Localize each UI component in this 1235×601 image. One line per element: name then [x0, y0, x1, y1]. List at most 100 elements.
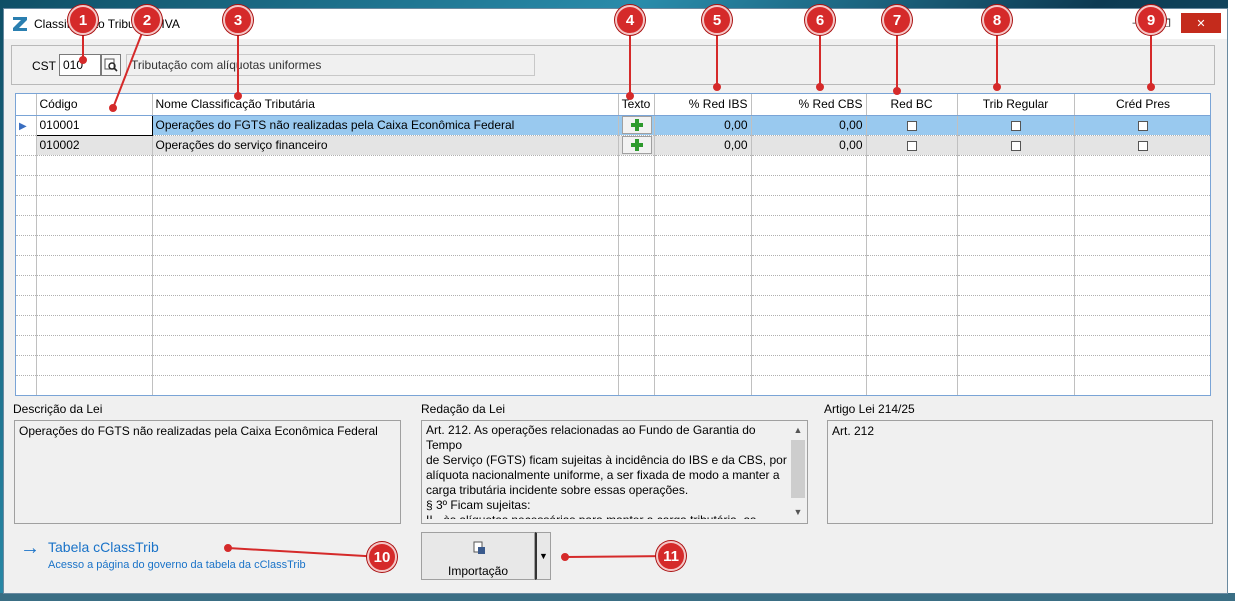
empty-cell: [866, 235, 958, 256]
importacao-dropdown[interactable]: ▼: [535, 532, 551, 580]
col-red-bc[interactable]: Red BC: [866, 94, 958, 116]
empty-cell: [16, 175, 37, 196]
grid-header-row: Código Nome Classificação Tributária Tex…: [16, 94, 1210, 116]
callout-marker: 5: [702, 5, 732, 35]
cell-red-ibs[interactable]: 0,00: [654, 135, 752, 156]
empty-cell: [751, 355, 867, 376]
col-cred-pres[interactable]: Créd Pres: [1074, 94, 1210, 116]
callout-marker: 1: [68, 5, 98, 35]
cell-red-ibs[interactable]: 0,00: [654, 115, 752, 136]
empty-row: [16, 175, 1210, 196]
cell-red-bc[interactable]: [866, 135, 958, 156]
cst-search-button[interactable]: [101, 54, 121, 76]
artigo-field[interactable]: Art. 212: [827, 420, 1213, 524]
importacao-button[interactable]: Importação: [421, 532, 535, 580]
tabela-link-subtitle[interactable]: Acesso a página do governo da tabela da …: [48, 559, 306, 571]
empty-cell: [957, 175, 1075, 196]
empty-cell: [36, 215, 153, 236]
redacao-scrollbar[interactable]: ▲ ▼: [790, 422, 806, 520]
trib-regular-checkbox[interactable]: [1010, 140, 1021, 151]
col-red-cbs[interactable]: % Red CBS: [751, 94, 867, 116]
empty-cell: [866, 375, 958, 395]
col-trib-regular[interactable]: Trib Regular: [957, 94, 1075, 116]
table-row[interactable]: ▶ 010001 Operações do FGTS não realizada…: [16, 114, 1210, 136]
empty-cell: [957, 255, 1075, 276]
callout-marker: 4: [615, 5, 645, 35]
empty-cell: [618, 155, 655, 176]
classificacao-window: Classificação Tributária IVA — ❐ ✕ CST 0…: [3, 8, 1228, 594]
redacao-line: II - às alíquotas necessárias para mante…: [426, 513, 791, 519]
callout-marker: 10: [367, 542, 397, 572]
empty-cell: [957, 335, 1075, 356]
redacao-line: carga tributária incidente sobre essas o…: [426, 483, 689, 497]
empty-row: [16, 355, 1210, 376]
empty-cell: [957, 155, 1075, 176]
callout-marker: 7: [882, 5, 912, 35]
plus-icon: [630, 119, 643, 131]
red-bc-checkbox[interactable]: [906, 120, 917, 131]
scroll-thumb[interactable]: [791, 440, 805, 498]
empty-cell: [618, 175, 655, 196]
empty-cell: [36, 255, 153, 276]
empty-cell: [16, 275, 37, 296]
cell-nome[interactable]: Operações do FGTS não realizadas pela Ca…: [152, 115, 619, 136]
cred-pres-checkbox[interactable]: [1138, 140, 1148, 151]
empty-row: [16, 155, 1210, 176]
empty-row: [16, 335, 1210, 356]
callout-marker: 9: [1136, 5, 1166, 35]
cell-red-cbs[interactable]: 0,00: [751, 115, 867, 136]
callout-marker: 2: [132, 5, 162, 35]
cred-pres-checkbox[interactable]: [1138, 120, 1148, 131]
classificacao-grid[interactable]: Código Nome Classificação Tributária Tex…: [15, 93, 1211, 396]
col-texto[interactable]: Texto: [618, 94, 655, 116]
cell-trib-regular[interactable]: [957, 135, 1075, 156]
col-nome[interactable]: Nome Classificação Tributária: [152, 94, 619, 116]
empty-row: [16, 195, 1210, 216]
cell-texto[interactable]: [618, 115, 655, 136]
cell-cred-pres[interactable]: [1074, 135, 1210, 156]
cell-cred-pres[interactable]: [1074, 115, 1210, 136]
empty-cell: [751, 255, 867, 276]
empty-cell: [618, 375, 655, 395]
app-logo-icon: [13, 17, 27, 31]
col-codigo[interactable]: Código: [36, 94, 153, 116]
redacao-text: Art. 212. As operações relacionadas ao F…: [426, 423, 791, 519]
empty-cell: [654, 215, 752, 236]
add-text-button[interactable]: [621, 136, 652, 154]
empty-cell: [866, 255, 958, 276]
empty-cell: [36, 175, 153, 196]
trib-regular-checkbox[interactable]: [1010, 120, 1021, 131]
empty-cell: [957, 355, 1075, 376]
cst-label: CST: [32, 59, 56, 73]
arrow-right-icon: →: [20, 537, 40, 559]
current-row-icon: ▶: [19, 121, 27, 132]
empty-cell: [751, 235, 867, 256]
scroll-up-icon[interactable]: ▲: [790, 422, 806, 438]
scroll-down-icon[interactable]: ▼: [790, 504, 806, 520]
cst-input[interactable]: 010: [59, 54, 101, 76]
table-row[interactable]: 010002 Operações do serviço financeiro 0…: [16, 135, 1210, 156]
cell-codigo[interactable]: 010002: [36, 135, 153, 156]
redacao-memo[interactable]: Art. 212. As operações relacionadas ao F…: [421, 420, 808, 524]
empty-cell: [654, 355, 752, 376]
add-text-button[interactable]: [621, 116, 652, 134]
empty-cell: [957, 195, 1075, 216]
empty-cell: [866, 155, 958, 176]
empty-cell: [654, 175, 752, 196]
descricao-field[interactable]: Operações do FGTS não realizadas pela Ca…: [14, 420, 401, 524]
empty-cell: [16, 355, 37, 376]
cell-red-cbs[interactable]: 0,00: [751, 135, 867, 156]
tabela-link-title[interactable]: Tabela cClassTrib: [48, 539, 159, 555]
close-button[interactable]: ✕: [1181, 13, 1221, 33]
cell-texto[interactable]: [618, 135, 655, 156]
empty-cell: [751, 195, 867, 216]
cell-codigo[interactable]: 010001: [35, 114, 153, 136]
empty-cell: [751, 375, 867, 395]
empty-cell: [618, 195, 655, 216]
callout-marker: 11: [656, 541, 686, 571]
red-bc-checkbox[interactable]: [906, 140, 917, 151]
cell-red-bc[interactable]: [866, 115, 958, 136]
col-red-ibs[interactable]: % Red IBS: [654, 94, 752, 116]
cell-nome[interactable]: Operações do serviço financeiro: [152, 135, 619, 156]
cell-trib-regular[interactable]: [957, 115, 1075, 136]
